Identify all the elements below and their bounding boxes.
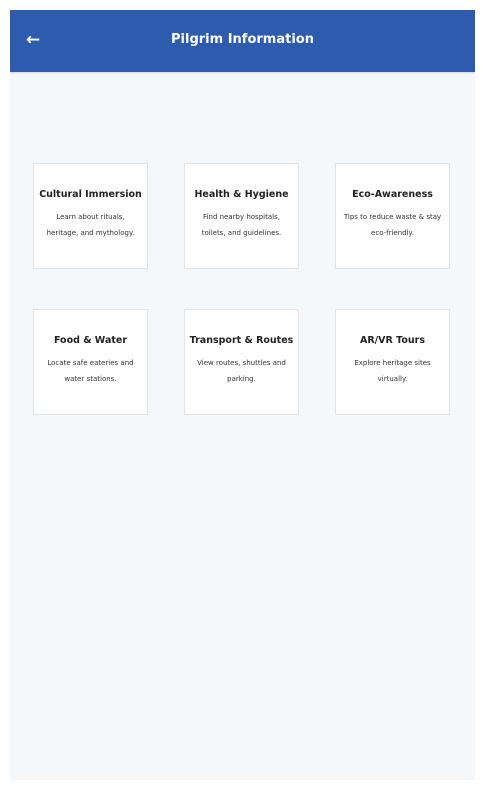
card-description: Explore heritage sites virtually. xyxy=(354,359,431,383)
card-title: Food & Water xyxy=(53,335,128,346)
card-transport-routes[interactable]: Transport & Routes View routes, shuttles… xyxy=(184,309,299,415)
card-description: Find nearby hospitals, toilets, and guid… xyxy=(201,213,282,237)
card-eco-awareness[interactable]: Eco-Awareness Tips to reduce waste & sta… xyxy=(335,163,450,269)
card-health-hygiene[interactable]: Health & Hygiene Find nearby hospitals, … xyxy=(184,163,299,269)
card-food-water[interactable]: Food & Water Locate safe eateries and wa… xyxy=(33,309,148,415)
card-title: Health & Hygiene xyxy=(194,189,289,200)
card-description: Learn about rituals, heritage, and mytho… xyxy=(46,213,135,237)
card-cultural-immersion[interactable]: Cultural Immersion Learn about rituals, … xyxy=(33,163,148,269)
card-title: Eco-Awareness xyxy=(352,189,433,200)
card-title: Transport & Routes xyxy=(189,335,294,346)
card-description: Locate safe eateries and water stations. xyxy=(47,359,134,383)
app-screen: ← Pilgrim Information Cultural Immersion… xyxy=(10,10,475,780)
page-title: Pilgrim Information xyxy=(171,32,314,47)
card-description: Tips to reduce waste & stay eco-friendly… xyxy=(343,213,442,237)
back-arrow-icon[interactable]: ← xyxy=(24,30,42,50)
card-ar-vr-tours[interactable]: AR/VR Tours Explore heritage sites virtu… xyxy=(335,309,450,415)
top-bar: ← Pilgrim Information xyxy=(10,10,475,72)
card-description: View routes, shuttles and parking. xyxy=(197,359,286,383)
card-title: AR/VR Tours xyxy=(360,335,425,346)
card-title: Cultural Immersion xyxy=(39,189,142,200)
